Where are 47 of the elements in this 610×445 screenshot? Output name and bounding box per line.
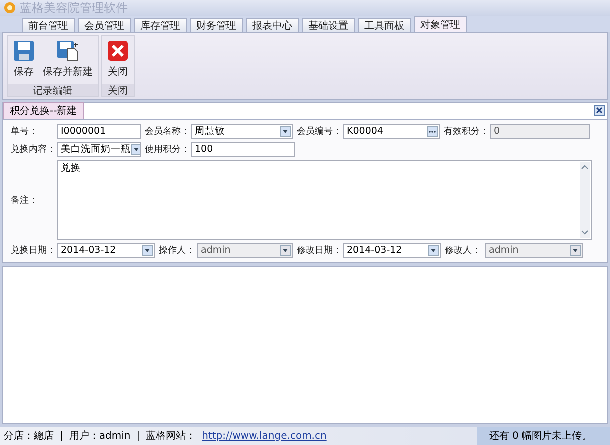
- field-label: 会员编号：: [297, 126, 343, 138]
- field-label: 修改日期：: [297, 244, 343, 257]
- menu-tab[interactable]: 对象管理: [414, 16, 467, 32]
- dropdown-field[interactable]: 2014-03-12: [343, 243, 441, 258]
- menu-tab[interactable]: 基础设置: [302, 18, 355, 32]
- field-label: 单号：: [11, 126, 39, 138]
- close-icon[interactable]: [594, 105, 605, 116]
- floppy-disk-page-icon: [56, 40, 80, 62]
- document-tab[interactable]: 积分兑换--新建: [3, 102, 84, 119]
- dropdown-field[interactable]: 周慧敏: [191, 124, 293, 139]
- group-label: 记录编辑: [8, 84, 98, 96]
- text-field[interactable]: I0000001: [57, 124, 141, 139]
- window-title: 蓝格美容院管理软件: [20, 0, 128, 16]
- notes-field[interactable]: 兑换: [57, 160, 592, 240]
- upload-status: 还有 0 幅图片未上传。: [477, 427, 610, 445]
- menu-tab[interactable]: 前台管理: [22, 18, 75, 32]
- menu-tab[interactable]: 工具面板: [358, 18, 411, 32]
- ribbon-button[interactable]: 关闭: [104, 38, 132, 82]
- ribbon-button[interactable]: 保存: [10, 38, 38, 82]
- status-separator: |: [136, 430, 140, 442]
- menu-tab[interactable]: 报表中心: [246, 18, 299, 32]
- website-link[interactable]: http://www.lange.com.cn: [202, 430, 327, 442]
- status-text: 用户：admin: [69, 430, 131, 443]
- field-label: 兑换日期：: [11, 244, 57, 257]
- field-label: 兑换内容：: [11, 144, 57, 156]
- scrollbar-icon: [580, 162, 590, 238]
- menu-tab[interactable]: 会员管理: [78, 18, 131, 32]
- field-label: 使用积分：: [145, 144, 191, 156]
- close-icon: [107, 40, 129, 62]
- field-label: 会员名称：: [145, 126, 191, 138]
- field-label: 操作人：: [159, 244, 196, 257]
- dropdown-field[interactable]: 美白洗面奶一瓶: [57, 142, 141, 157]
- status-text: 分店：總店: [4, 430, 54, 443]
- field-label: 有效积分：: [444, 126, 490, 138]
- text-field[interactable]: 100: [191, 142, 295, 157]
- group-label: 关闭: [102, 84, 134, 96]
- ribbon-button[interactable]: 保存并新建: [40, 38, 96, 82]
- app-icon: [4, 2, 16, 14]
- menu-tab[interactable]: 库存管理: [134, 18, 187, 32]
- dropdown-field[interactable]: 2014-03-12: [57, 243, 155, 258]
- status-text: 蓝格网站：: [146, 430, 196, 443]
- lookup-field[interactable]: K00004: [343, 124, 440, 139]
- status-separator: |: [60, 430, 64, 442]
- menu-tab[interactable]: 财务管理: [190, 18, 243, 32]
- field-label: 备注：: [11, 194, 39, 206]
- field-label: 修改人：: [445, 244, 482, 257]
- ellipsis-icon[interactable]: [427, 126, 438, 137]
